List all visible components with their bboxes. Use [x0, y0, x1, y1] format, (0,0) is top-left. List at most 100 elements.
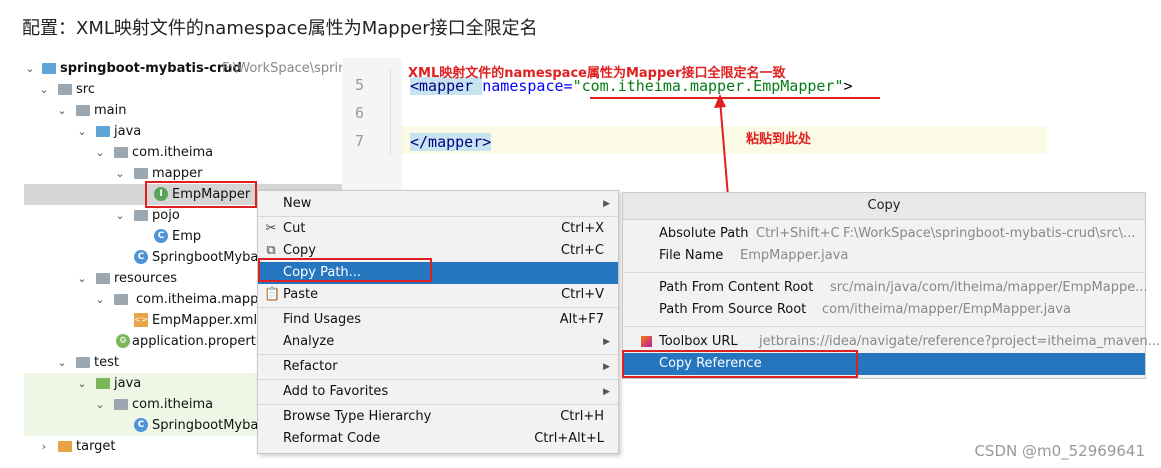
option-label: File Name	[659, 248, 724, 263]
tree-item-java[interactable]: ⌄ java	[24, 121, 342, 142]
submenu-arrow-icon: ▶	[603, 362, 610, 372]
menu-item-cut[interactable]: ✂ Cut Ctrl+X	[258, 218, 618, 240]
xml-tag-close: >	[843, 77, 853, 95]
highlight-copy-path	[258, 258, 432, 282]
tree-label: test	[94, 355, 119, 370]
tree-label: resources	[114, 271, 178, 286]
package-icon	[134, 168, 148, 179]
popup-title: Copy	[623, 193, 1145, 220]
chevron-down-icon[interactable]: ⌄	[94, 289, 106, 310]
chevron-down-icon[interactable]: ⌄	[76, 373, 88, 394]
tree-item-main[interactable]: ⌄ main	[24, 100, 342, 121]
chevron-down-icon[interactable]: ⌄	[76, 121, 88, 142]
test-class-icon: C	[134, 418, 148, 432]
scissors-icon: ✂	[265, 221, 277, 236]
folder-icon	[76, 357, 90, 368]
chevron-down-icon[interactable]: ⌄	[24, 58, 36, 79]
xml-tag: </mapper>	[410, 133, 492, 151]
tree-label: EmpMapper.xml	[152, 313, 258, 328]
menu-separator	[258, 404, 618, 405]
option-shortcut: Ctrl+Shift+C	[756, 226, 840, 241]
menu-shortcut: Ctrl+X	[561, 221, 604, 236]
submenu-arrow-icon: ▶	[603, 199, 610, 209]
option-label: Absolute Path	[659, 226, 749, 241]
chevron-down-icon[interactable]: ⌄	[56, 100, 68, 121]
tree-label: java	[114, 124, 142, 139]
editor-gutter: 5 6 7	[342, 58, 402, 192]
source-folder-icon	[96, 126, 110, 137]
chevron-down-icon[interactable]: ⌄	[114, 163, 126, 184]
menu-label: New	[283, 196, 312, 211]
tree-item-package[interactable]: ⌄ com.itheima	[24, 142, 342, 163]
menu-item-add-favorites[interactable]: Add to Favorites ▶	[258, 381, 618, 403]
menu-shortcut: Ctrl+C	[560, 243, 604, 258]
chevron-down-icon[interactable]: ⌄	[94, 394, 106, 415]
option-label: Path From Source Root	[659, 302, 807, 317]
tree-label: SpringbootMyba	[152, 250, 259, 265]
menu-label: Find Usages	[283, 312, 362, 327]
menu-item-reformat[interactable]: Reformat Code Ctrl+Alt+L	[258, 428, 618, 450]
line-number: 7	[354, 132, 364, 150]
menu-shortcut: Alt+F7	[559, 312, 604, 327]
resources-folder-icon	[96, 273, 110, 284]
code-line-7[interactable]: </mapper>	[410, 133, 492, 151]
menu-label: Analyze	[283, 334, 335, 349]
menu-item-new[interactable]: New ▶	[258, 193, 618, 215]
chevron-down-icon[interactable]: ⌄	[38, 79, 50, 100]
menu-item-refactor[interactable]: Refactor ▶	[258, 356, 618, 378]
option-label: Path From Content Root	[659, 280, 814, 295]
popup-separator	[623, 272, 1145, 273]
project-name: springboot-mybatis-crud	[60, 61, 242, 76]
menu-label: Browse Type Hierarchy	[283, 409, 432, 424]
line-number: 6	[354, 104, 364, 122]
submenu-arrow-icon: ▶	[603, 337, 610, 347]
watermark: CSDN @m0_52969641	[974, 442, 1145, 460]
tree-label: main	[94, 103, 127, 118]
option-value: com/itheima/mapper/EmpMapper.java	[822, 302, 1071, 317]
tree-item-src[interactable]: ⌄ src	[24, 79, 342, 100]
test-folder-icon	[96, 378, 110, 389]
menu-item-analyze[interactable]: Analyze ▶	[258, 331, 618, 353]
tree-label: com.itheima	[132, 145, 214, 160]
chevron-down-icon[interactable]: ⌄	[76, 268, 88, 289]
popup-separator	[623, 326, 1145, 327]
page-heading: 配置：XML映射文件的namespace属性为Mapper接口全限定名	[22, 18, 538, 39]
option-value: EmpMapper.java	[740, 248, 849, 263]
tree-label: SpringbootMyba	[152, 418, 259, 433]
menu-label: Paste	[283, 287, 319, 302]
highlight-copy-reference	[622, 350, 858, 378]
menu-separator	[258, 354, 618, 355]
toolbox-icon	[641, 336, 652, 347]
chevron-right-icon[interactable]: ⌄	[114, 205, 126, 226]
class-icon: C	[154, 229, 168, 243]
highlight-empmapper	[145, 181, 257, 208]
copy-option-content-root[interactable]: Path From Content Root src/main/java/com…	[623, 277, 1148, 299]
chevron-right-icon[interactable]: ›	[38, 436, 50, 457]
tree-item-project[interactable]: ⌄ springboot-mybatis-crud F:\WorkSpace\s…	[24, 58, 343, 79]
chevron-down-icon[interactable]: ⌄	[56, 352, 68, 373]
tree-label: src	[76, 82, 95, 97]
menu-separator	[258, 379, 618, 380]
xml-file-icon: <>	[134, 313, 148, 327]
package-icon	[114, 399, 128, 410]
copy-option-file-name[interactable]: File Name EmpMapper.java	[623, 245, 1145, 267]
folder-icon	[58, 84, 72, 95]
copy-option-source-root[interactable]: Path From Source Root com/itheima/mapper…	[623, 299, 1145, 321]
excluded-folder-icon	[58, 441, 72, 452]
package-icon	[134, 210, 148, 221]
menu-item-find-usages[interactable]: Find Usages Alt+F7	[258, 309, 618, 331]
menu-item-paste[interactable]: 📋 Paste Ctrl+V	[258, 284, 618, 306]
menu-label: Reformat Code	[283, 431, 381, 446]
copy-option-absolute-path[interactable]: Absolute Path Ctrl+Shift+C F:\WorkSpace\…	[623, 223, 1145, 245]
context-menu: New ▶ ✂ Cut Ctrl+X ⧉ Copy Ctrl+C Copy Pa…	[257, 190, 619, 454]
menu-item-browse-hierarchy[interactable]: Browse Type Hierarchy Ctrl+H	[258, 406, 618, 428]
folder-icon	[114, 294, 128, 305]
fold-divider	[390, 68, 391, 156]
tree-label: com.itheima.mappe	[136, 292, 267, 307]
menu-separator	[258, 216, 618, 217]
tree-label: application.properti	[132, 334, 260, 349]
chevron-down-icon[interactable]: ⌄	[94, 142, 106, 163]
spring-class-icon: C	[134, 250, 148, 264]
tree-label: com.itheima	[132, 397, 214, 412]
menu-label: Add to Favorites	[283, 384, 389, 399]
